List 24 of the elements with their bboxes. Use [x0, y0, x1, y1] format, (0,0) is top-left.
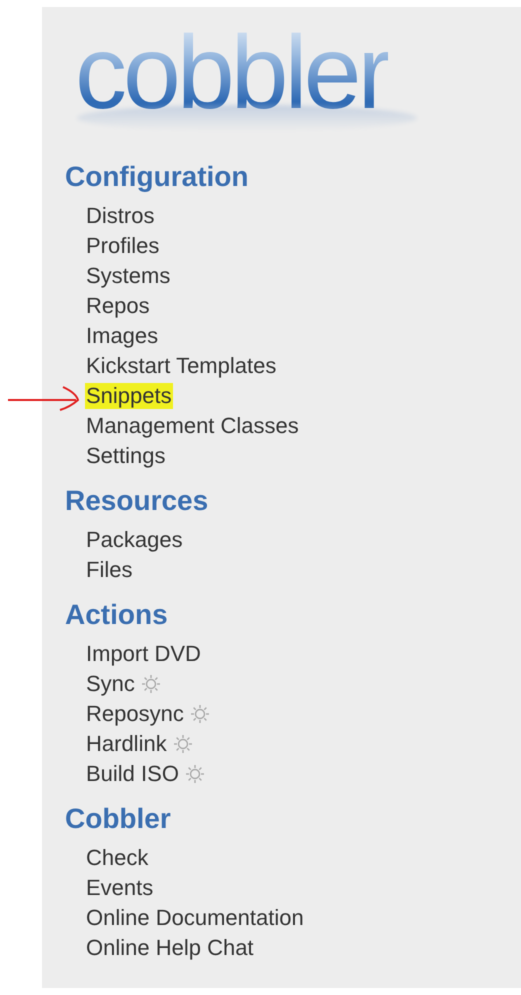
section-heading: Cobbler [65, 802, 172, 836]
nav-link[interactable]: Reposync [85, 699, 211, 729]
nav-link[interactable]: Management Classes [85, 411, 300, 441]
nav-link[interactable]: Build ISO [85, 759, 206, 789]
nav-link[interactable]: Files [85, 555, 134, 585]
nav-link[interactable]: Events [85, 873, 154, 903]
section-heading: Actions [65, 598, 169, 632]
nav-link[interactable]: Check [85, 843, 150, 873]
nav-link[interactable]: Distros [85, 201, 156, 231]
nav-link[interactable]: Kickstart Templates [85, 351, 278, 381]
nav-link[interactable]: Online Documentation [85, 903, 305, 933]
nav-link[interactable]: Systems [85, 261, 172, 291]
nav-link[interactable]: Repos [85, 291, 151, 321]
nav-link[interactable]: Packages [85, 525, 184, 555]
nav-link[interactable]: Hardlink [85, 729, 194, 759]
nav-link[interactable]: Settings [85, 441, 166, 471]
nav-link[interactable]: Online Help Chat [85, 933, 255, 963]
nav-link[interactable]: Import DVD [85, 639, 202, 669]
nav-link[interactable]: Sync [85, 669, 162, 699]
section-heading: Resources [65, 484, 210, 518]
nav-link[interactable]: Profiles [85, 231, 160, 261]
nav-link[interactable]: Snippets [85, 381, 173, 411]
nav-link[interactable]: Images [85, 321, 160, 351]
section-heading: Configuration [65, 160, 250, 194]
